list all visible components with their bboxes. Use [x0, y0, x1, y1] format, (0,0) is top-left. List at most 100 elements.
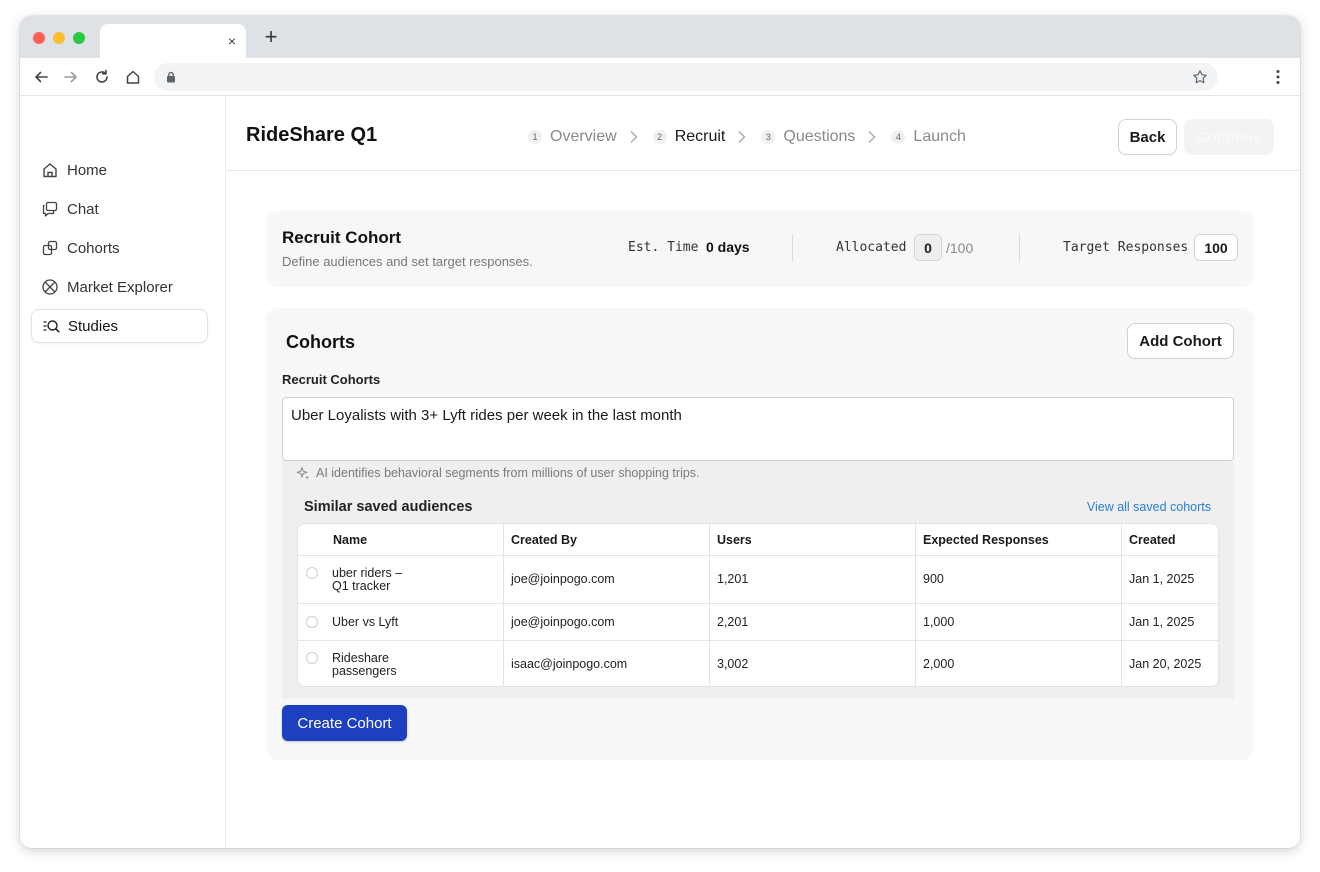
- sidebar-item-studies[interactable]: Studies: [31, 309, 208, 343]
- cohorts-section: Cohorts Add Cohort Recruit Cohorts Uber …: [266, 308, 1254, 760]
- recruit-cohorts-label: Recruit Cohorts: [282, 372, 381, 387]
- sidebar-item-home[interactable]: Home: [31, 153, 208, 187]
- main-panel: RideShare Q1 1 Overview 2 Recruit 3 Ques…: [226, 96, 1300, 848]
- users: 3,002: [717, 657, 749, 671]
- created-date: Jan 1, 2025: [1129, 615, 1195, 629]
- similar-audiences-panel: AI identifies behavioral segments from m…: [282, 461, 1234, 699]
- created-by: joe@joinpogo.com: [511, 572, 615, 586]
- recruit-title: Recruit Cohort: [282, 228, 401, 247]
- sidebar: Home Chat Cohorts Market Explorer Studie…: [20, 96, 226, 848]
- users: 1,201: [717, 572, 749, 586]
- expected-responses: 900: [923, 572, 944, 586]
- sidebar-item-market-explorer[interactable]: Market Explorer: [31, 270, 208, 304]
- sidebar-item-label: Market Explorer: [67, 278, 173, 296]
- column-header-users[interactable]: Users: [717, 533, 752, 547]
- target-responses-input[interactable]: 100: [1194, 234, 1238, 261]
- continue-button[interactable]: Continue: [1184, 119, 1274, 155]
- add-cohort-button[interactable]: Add Cohort: [1127, 323, 1234, 359]
- page-content: Home Chat Cohorts Market Explorer Studie…: [20, 96, 1300, 848]
- page-title: RideShare Q1: [246, 124, 378, 146]
- minimize-window-button[interactable]: [53, 32, 65, 44]
- table-header: Name Created By Users Expected Responses…: [298, 524, 1218, 556]
- step-number: 3: [761, 130, 776, 144]
- est-time-label: Est. Time: [628, 240, 699, 255]
- cohort-name: uber riders – Q1 tracker: [332, 566, 403, 593]
- column-header-created-by[interactable]: Created By: [511, 533, 577, 547]
- star-icon[interactable]: [1192, 69, 1208, 85]
- lock-icon: [164, 70, 178, 84]
- row-radio[interactable]: [306, 616, 318, 628]
- divider: [792, 234, 793, 262]
- similar-audiences-title: Similar saved audiences: [304, 499, 473, 515]
- sidebar-item-chat[interactable]: Chat: [31, 192, 208, 226]
- step-label: Recruit: [674, 128, 726, 145]
- step-number: 1: [528, 130, 542, 144]
- table-row[interactable]: Uber vs Lyft joe@joinpogo.com 2,201 1,00…: [298, 604, 1218, 641]
- home-icon: [41, 161, 59, 179]
- step-label: Overview: [550, 128, 617, 145]
- step-recruit[interactable]: 2 Recruit: [652, 128, 726, 146]
- chevron-right-icon: [867, 130, 877, 144]
- page-header: RideShare Q1 1 Overview 2 Recruit 3 Ques…: [226, 96, 1300, 171]
- created-date: Jan 20, 2025: [1129, 657, 1202, 671]
- column-header-name[interactable]: Name: [333, 533, 367, 547]
- view-all-saved-cohorts-link[interactable]: View all saved cohorts: [1087, 500, 1211, 514]
- table-row[interactable]: uber riders – Q1 tracker joe@joinpogo.com…: [298, 556, 1218, 604]
- create-cohort-button[interactable]: Create Cohort: [282, 705, 407, 741]
- ai-note: AI identifies behavioral segments from m…: [296, 466, 700, 480]
- browser-window: × + Home Chat Cohorts Market Explorer St…: [20, 16, 1300, 848]
- row-radio[interactable]: [306, 652, 318, 664]
- step-overview[interactable]: 1 Overview: [528, 128, 617, 146]
- created-by: isaac@joinpogo.com: [511, 657, 628, 671]
- back-button[interactable]: Back: [1118, 119, 1177, 155]
- cohort-name: Uber vs Lyft: [332, 615, 399, 629]
- cohort-query-input[interactable]: Uber Loyalists with 3+ Lyft rides per we…: [282, 397, 1234, 461]
- home-icon[interactable]: [124, 68, 142, 86]
- chevron-right-icon: [737, 130, 747, 144]
- sidebar-item-label: Home: [67, 161, 108, 179]
- sidebar-item-cohorts[interactable]: Cohorts: [31, 231, 208, 265]
- tab-bar: × +: [20, 16, 1300, 58]
- step-label: Launch: [913, 128, 966, 145]
- users: 2,201: [717, 615, 749, 629]
- ai-note-text: AI identifies behavioral segments from m…: [316, 466, 700, 480]
- cohorts-icon: [41, 239, 59, 257]
- column-header-created[interactable]: Created: [1129, 533, 1176, 547]
- close-window-button[interactable]: [33, 32, 45, 44]
- studies-search-icon: [42, 317, 60, 335]
- est-time-value: 0 days: [706, 239, 750, 255]
- sparkle-icon: [296, 466, 310, 480]
- allocated-value: 0: [914, 234, 942, 261]
- reload-icon[interactable]: [93, 68, 111, 86]
- chat-icon: [41, 200, 59, 218]
- forward-arrow-icon[interactable]: [62, 68, 80, 86]
- divider: [1019, 234, 1020, 262]
- browser-toolbar: [20, 58, 1300, 96]
- row-radio[interactable]: [306, 567, 318, 579]
- address-bar[interactable]: [154, 63, 1218, 91]
- sidebar-item-label: Cohorts: [67, 239, 120, 257]
- expected-responses: 2,000: [923, 657, 955, 671]
- step-number: 2: [652, 130, 667, 144]
- recruit-cohort-summary: Recruit Cohort Define audiences and set …: [266, 211, 1254, 287]
- maximize-window-button[interactable]: [73, 32, 85, 44]
- chevron-right-icon: [629, 130, 639, 144]
- tab-close-icon[interactable]: ×: [228, 31, 236, 51]
- sidebar-item-label: Chat: [67, 200, 99, 218]
- allocated-label: Allocated: [836, 240, 907, 255]
- recruit-subtitle: Define audiences and set target response…: [282, 254, 533, 269]
- browser-tab[interactable]: ×: [100, 24, 246, 58]
- step-questions[interactable]: 3 Questions: [761, 128, 855, 146]
- sidebar-item-label: Studies: [68, 317, 119, 335]
- step-label: Questions: [783, 128, 856, 145]
- table-row[interactable]: Rideshare passengers isaac@joinpogo.com 3…: [298, 641, 1218, 686]
- created-by: joe@joinpogo.com: [511, 615, 615, 629]
- expected-responses: 1,000: [923, 615, 955, 629]
- column-header-expected-responses[interactable]: Expected Responses: [923, 533, 1049, 547]
- kebab-menu-icon[interactable]: [1270, 68, 1286, 86]
- step-launch[interactable]: 4 Launch: [891, 128, 966, 146]
- globe-icon: [41, 278, 59, 296]
- new-tab-icon[interactable]: +: [260, 26, 282, 48]
- back-arrow-icon[interactable]: [32, 68, 50, 86]
- target-responses-label: Target Responses: [1063, 240, 1189, 255]
